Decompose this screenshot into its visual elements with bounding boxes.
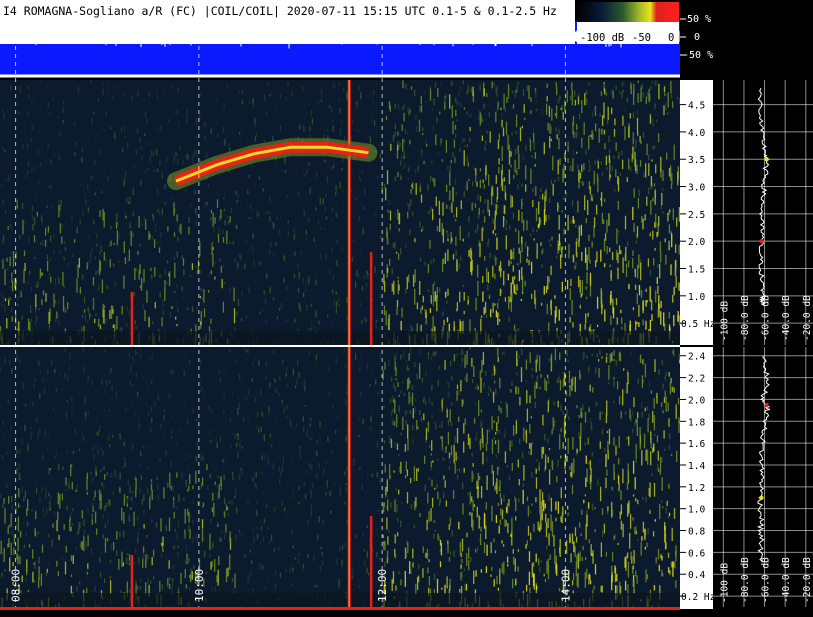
- upper-profile-tick-label-0: -100 dB: [719, 301, 730, 341]
- waveform-tick-label-neg50: -50 %: [683, 50, 713, 61]
- lower-ytick-label-7: 1.6: [688, 439, 705, 450]
- time-tick-label-3: 14:00: [559, 569, 572, 602]
- lower-profile-marker-0: [764, 402, 769, 408]
- colorbar-mid-label: -50: [632, 32, 651, 44]
- lower-ytick-label-8: 1.8: [688, 417, 705, 428]
- upper-ytick-label-1: 1.0: [688, 292, 705, 303]
- upper-profile-tick-label-1: -80.0 dB: [740, 295, 751, 341]
- upper-ytick-label-8: 4.5: [688, 101, 705, 112]
- upper-profile-tick-label-3: -40.0 dB: [781, 295, 792, 341]
- lower-ytick-label-10: 2.2: [688, 374, 705, 385]
- lower-ytick-label-4: 1.0: [688, 505, 705, 516]
- lower-profile-tick-label-0: -100 dB: [719, 563, 730, 603]
- spectrogram-figure: I4 ROMAGNA-Sogliano a/R (FC) |COIL/COIL|…: [0, 0, 813, 613]
- upper-ytick-label-0: 0.5 Hz: [681, 319, 715, 330]
- upper-profile-tick-label-4: -20.0 dB: [802, 295, 813, 341]
- lower-ytick-label-11: 2.4: [688, 352, 705, 363]
- waveform-tick-label-50: 50 %: [687, 14, 711, 25]
- upper-ytick-label-2: 1.5: [688, 265, 705, 276]
- time-tick-label-0: 08:00: [10, 569, 23, 602]
- lower-ytick-label-2: 0.6: [688, 548, 705, 559]
- upper-ytick-label-7: 4.0: [688, 128, 705, 139]
- lower-ytick-label-0: 0.2 Hz: [681, 592, 715, 603]
- bottom-red-rule: [0, 607, 680, 610]
- lower-ytick-label-9: 2.0: [688, 395, 705, 406]
- colorbar-max-label: 0: [668, 32, 674, 44]
- time-tick-label-1: 10:00: [193, 569, 206, 602]
- figure-svg: I4 ROMAGNA-Sogliano a/R (FC) |COIL/COIL|…: [0, 0, 813, 613]
- upper-profile-marker-1: [764, 157, 769, 162]
- colorbar-gradient: [577, 2, 679, 22]
- time-tick-label-2: 12:00: [376, 569, 389, 602]
- lower-profile-marker-1: [759, 495, 764, 500]
- lower-ytick-label-3: 0.8: [688, 527, 705, 538]
- lower-floor: [0, 593, 680, 607]
- lower-ytick-label-5: 1.2: [688, 483, 705, 494]
- waveform-tick-label-0: 0: [694, 32, 700, 43]
- upper-ytick-label-3: 2.0: [688, 237, 705, 248]
- upper-floor: [0, 331, 680, 345]
- header-title: I4 ROMAGNA-Sogliano a/R (FC) |COIL/COIL|…: [3, 4, 557, 18]
- upper-ytick-label-4: 2.5: [688, 210, 705, 221]
- upper-profile-marker-0: [759, 238, 764, 244]
- colorbar-min-label: -100 dB: [580, 32, 624, 44]
- lower-ytick-label-6: 1.4: [688, 461, 705, 472]
- upper-ytick-label-6: 3.5: [688, 155, 705, 166]
- upper-ytick-label-5: 3.0: [688, 183, 705, 194]
- lower-ytick-label-1: 0.4: [688, 570, 705, 581]
- spectrogram-divider: [0, 345, 680, 347]
